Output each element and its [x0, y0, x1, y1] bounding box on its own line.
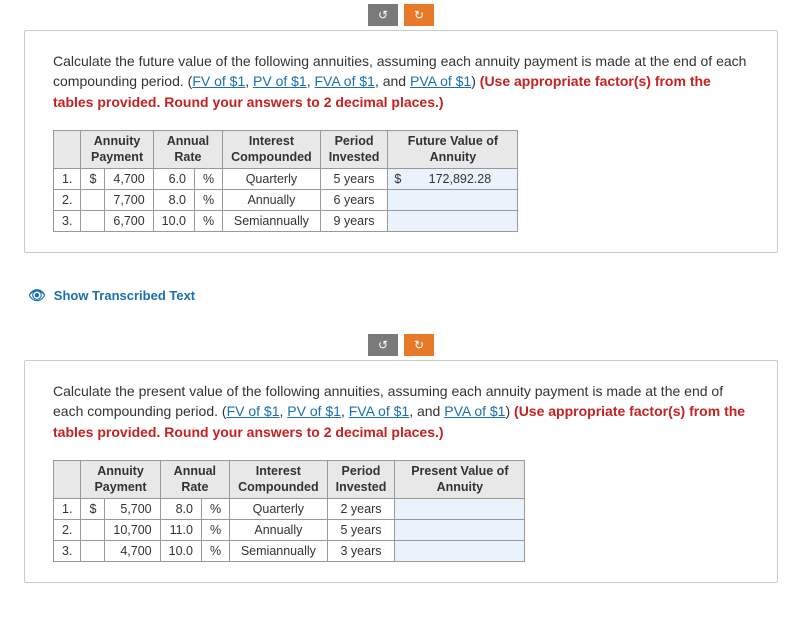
sep: , [307, 73, 315, 89]
payment-value: 10,700 [105, 520, 160, 541]
table-row: 3. 6,700 10.0 % Semiannually 9 years [54, 211, 518, 232]
link-pva-of-1[interactable]: PVA of $1 [410, 73, 471, 89]
row-number: 1. [54, 499, 81, 520]
payment-value: 4,700 [105, 169, 153, 190]
percent-symbol: % [195, 211, 223, 232]
next-button[interactable]: ↻ [404, 334, 434, 356]
rate-value: 11.0 [160, 520, 201, 541]
link-fva-of-1[interactable]: FVA of $1 [315, 73, 375, 89]
link-fv-of-1[interactable]: FV of $1 [192, 73, 245, 89]
fv-table: AnnuityPayment AnnualRate InterestCompou… [53, 130, 518, 232]
col-rownum [54, 130, 81, 168]
row-number: 1. [54, 169, 81, 190]
pv-prompt-tail: ) [505, 403, 514, 419]
percent-symbol: % [195, 190, 223, 211]
show-transcribed-text[interactable]: 👁 Show Transcribed Text [28, 287, 195, 304]
percent-symbol: % [201, 499, 229, 520]
percent-symbol: % [201, 541, 229, 562]
eye-icon: 👁 [28, 287, 46, 304]
table-row: 3. 4,700 10.0 % Semiannually 3 years [54, 541, 525, 562]
link-pv-of-1[interactable]: PV of $1 [253, 73, 307, 89]
answer-currency: $ [394, 172, 401, 186]
compounding-value: Annually [230, 520, 328, 541]
col-rate: AnnualRate [160, 461, 229, 499]
compounding-value: Annually [223, 190, 321, 211]
rate-value: 8.0 [160, 499, 201, 520]
fv-prompt-tail: ) [471, 73, 480, 89]
row-number: 2. [54, 190, 81, 211]
nav-buttons-top: ↺ ↻ [0, 0, 802, 30]
payment-value: 5,700 [105, 499, 160, 520]
answer-input[interactable] [395, 499, 525, 520]
table-row: 1. $ 5,700 8.0 % Quarterly 2 years [54, 499, 525, 520]
sep-and: , and [375, 73, 410, 89]
answer-value: 172,892.28 [429, 172, 492, 186]
answer-input[interactable] [388, 190, 518, 211]
link-pva-of-1[interactable]: PVA of $1 [444, 403, 505, 419]
rate-value: 10.0 [160, 541, 201, 562]
answer-input[interactable] [395, 520, 525, 541]
table-row: 2. 7,700 8.0 % Annually 6 years [54, 190, 518, 211]
col-rownum [54, 461, 81, 499]
rate-value: 10.0 [153, 211, 194, 232]
answer-input[interactable] [395, 541, 525, 562]
currency-symbol [81, 541, 105, 562]
col-payment: AnnuityPayment [81, 130, 153, 168]
period-value: 5 years [327, 520, 395, 541]
show-transcribed-label: Show Transcribed Text [54, 288, 195, 303]
period-value: 6 years [320, 190, 388, 211]
pv-prompt: Calculate the present value of the follo… [53, 381, 749, 442]
period-value: 2 years [327, 499, 395, 520]
link-pv-of-1[interactable]: PV of $1 [287, 403, 341, 419]
prev-button[interactable]: ↺ [368, 334, 398, 356]
row-number: 3. [54, 541, 81, 562]
row-number: 2. [54, 520, 81, 541]
sep-and: , and [409, 403, 444, 419]
fv-prompt: Calculate the future value of the follow… [53, 51, 749, 112]
future-value-card: Calculate the future value of the follow… [24, 30, 778, 253]
payment-value: 7,700 [105, 190, 153, 211]
row-number: 3. [54, 211, 81, 232]
present-value-card: Calculate the present value of the follo… [24, 360, 778, 583]
currency-symbol: $ [81, 169, 105, 190]
currency-symbol [81, 190, 105, 211]
col-compounded: InterestCompounded [223, 130, 321, 168]
col-payment: AnnuityPayment [81, 461, 160, 499]
col-rate: AnnualRate [153, 130, 222, 168]
period-value: 9 years [320, 211, 388, 232]
compounding-value: Semiannually [230, 541, 328, 562]
compounding-value: Quarterly [230, 499, 328, 520]
pv-table: AnnuityPayment AnnualRate InterestCompou… [53, 460, 525, 562]
rate-value: 6.0 [153, 169, 194, 190]
payment-value: 6,700 [105, 211, 153, 232]
answer-input[interactable]: $172,892.28 [388, 169, 518, 190]
compounding-value: Semiannually [223, 211, 321, 232]
col-compounded: InterestCompounded [230, 461, 328, 499]
period-value: 5 years [320, 169, 388, 190]
rate-value: 8.0 [153, 190, 194, 211]
next-button[interactable]: ↻ [404, 4, 434, 26]
period-value: 3 years [327, 541, 395, 562]
compounding-value: Quarterly [223, 169, 321, 190]
col-result: Present Value ofAnnuity [395, 461, 525, 499]
sep: , [245, 73, 253, 89]
percent-symbol: % [195, 169, 223, 190]
col-result: Future Value ofAnnuity [388, 130, 518, 168]
percent-symbol: % [201, 520, 229, 541]
payment-value: 4,700 [105, 541, 160, 562]
col-period: PeriodInvested [320, 130, 388, 168]
nav-buttons-bottom: ↺ ↻ [0, 330, 802, 360]
link-fv-of-1[interactable]: FV of $1 [227, 403, 280, 419]
table-row: 1. $ 4,700 6.0 % Quarterly 5 years $172,… [54, 169, 518, 190]
col-period: PeriodInvested [327, 461, 395, 499]
currency-symbol [81, 520, 105, 541]
table-row: 2. 10,700 11.0 % Annually 5 years [54, 520, 525, 541]
answer-input[interactable] [388, 211, 518, 232]
currency-symbol [81, 211, 105, 232]
prev-button[interactable]: ↺ [368, 4, 398, 26]
currency-symbol: $ [81, 499, 105, 520]
link-fva-of-1[interactable]: FVA of $1 [349, 403, 409, 419]
sep: , [341, 403, 349, 419]
